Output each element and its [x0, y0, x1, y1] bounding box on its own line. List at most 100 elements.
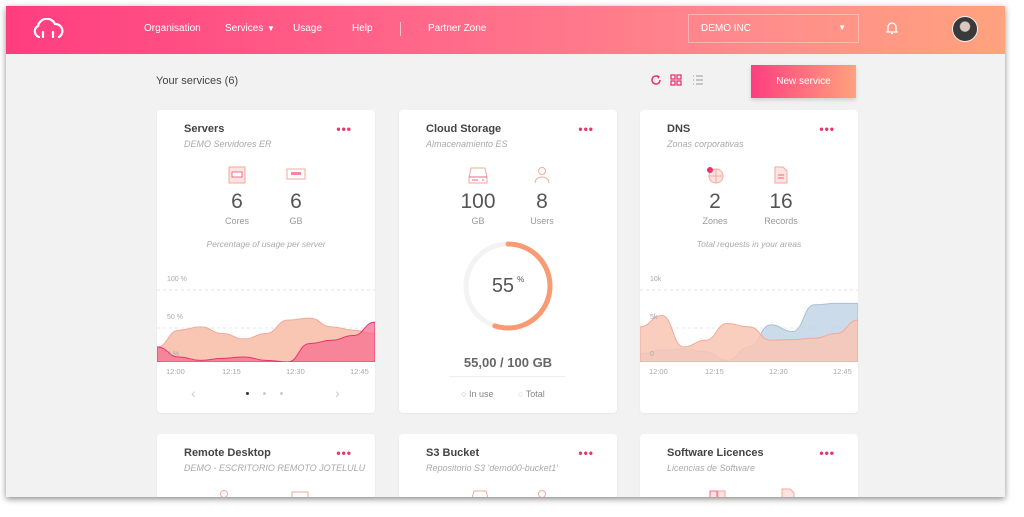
document-icon [781, 488, 795, 497]
nav-partner-zone[interactable]: Partner Zone [428, 23, 486, 34]
nav-usage[interactable]: Usage [293, 23, 322, 34]
y-tick: 50 % [167, 314, 183, 321]
more-options-icon[interactable]: ••• [336, 122, 352, 136]
stat-value: 6 [290, 190, 302, 213]
percent-sign: % [517, 275, 525, 284]
stat-storage: 100 GB [448, 166, 508, 226]
x-tick: 12:45 [350, 367, 369, 376]
x-tick: 12:15 [705, 367, 724, 376]
legend-dot-icon: ○ [461, 389, 467, 399]
card-title: Software Licences [667, 447, 764, 459]
bell-icon[interactable] [886, 21, 898, 35]
card-title: Cloud Storage [426, 123, 502, 135]
usage-chart [157, 289, 375, 362]
nav-divider [400, 22, 401, 36]
page: Organisation Services ▼ Usage Help Partn… [0, 0, 1024, 517]
card-title: Servers [184, 123, 225, 135]
chart-caption: Total requests in your areas [696, 239, 802, 249]
document-icon [774, 166, 788, 184]
y-tick: 100 % [167, 276, 187, 283]
y-tick: 0 % [167, 351, 180, 358]
new-service-button[interactable]: New service [751, 65, 856, 98]
usage-text: 55,00 / 100 GB [463, 355, 553, 370]
chevron-left-icon[interactable]: ‹ [191, 385, 196, 401]
stat-label: Users [530, 216, 554, 226]
service-card-software-licences[interactable]: Software Licences Licencias de Software … [640, 434, 858, 497]
stat-value: 16 [769, 190, 793, 213]
more-options-icon[interactable]: ••• [336, 446, 352, 460]
cloud-logo-icon[interactable] [30, 18, 66, 40]
x-tick: 12:30 [769, 367, 788, 376]
stat-value: 2 [709, 190, 721, 213]
chevron-down-icon: ▼ [838, 23, 846, 32]
x-tick: 12:00 [649, 367, 668, 376]
card-subtitle: DEMO - ESCRITORIO REMOTO JOTELULU [184, 463, 366, 473]
service-card-dns[interactable]: DNS Zonas corporativas ••• 2 Zones 16 Reco… [640, 110, 858, 413]
nav-services[interactable]: Services [225, 23, 263, 34]
refresh-icon[interactable] [650, 74, 662, 86]
requests-chart [640, 289, 858, 362]
legend-dot-icon: ○ [518, 389, 524, 399]
globe-icon [707, 167, 724, 184]
divider [449, 376, 565, 377]
stat-value: 6 [231, 190, 243, 213]
stat-label: GB [289, 216, 303, 226]
stat-label: Records [764, 216, 798, 226]
legend-in-use: ○ In use [461, 389, 493, 399]
more-options-icon[interactable]: ••• [819, 446, 835, 460]
service-card-remote-desktop[interactable]: Remote Desktop DEMO - ESCRITORIO REMOTO … [157, 434, 375, 497]
chart-caption: Percentage of usage per server [206, 239, 326, 249]
usage-percent: 55% [399, 275, 617, 298]
organization-name: DEMO INC [701, 23, 751, 34]
y-tick: 0 [650, 351, 654, 358]
more-options-icon[interactable]: ••• [819, 122, 835, 136]
card-subtitle: Zonas corporativas [667, 139, 744, 149]
app-window: Organisation Services ▼ Usage Help Partn… [6, 6, 1005, 497]
services-count-title: Your services (6) [156, 75, 239, 87]
hard-drive-icon [471, 490, 489, 497]
pager-dot[interactable] [263, 392, 266, 395]
ram-icon [286, 168, 306, 180]
license-icon [709, 490, 726, 497]
avatar[interactable] [952, 16, 978, 42]
pager-dot-active[interactable] [246, 392, 249, 395]
list-view-icon[interactable] [692, 74, 704, 86]
hard-drive-icon [468, 167, 488, 184]
chevron-right-icon[interactable]: › [335, 385, 340, 401]
usage-percent-value: 55 [491, 275, 515, 297]
stat-cores: 6 Cores [207, 166, 267, 226]
x-tick: 12:30 [286, 367, 305, 376]
card-title: Remote Desktop [184, 447, 271, 459]
chevron-down-icon[interactable]: ▼ [267, 24, 275, 33]
grid-view-icon[interactable] [670, 74, 682, 86]
card-subtitle: DEMO Servidores ER [184, 139, 272, 149]
x-tick: 12:45 [833, 367, 852, 376]
card-subtitle: Almacenamiento ES [426, 139, 508, 149]
legend-total: ○ Total [518, 389, 545, 399]
service-card-servers[interactable]: Servers DEMO Servidores ER ••• 6 Cores 6 G… [157, 110, 375, 413]
x-tick: 12:15 [222, 367, 241, 376]
service-card-cloud-storage[interactable]: Cloud Storage Almacenamiento ES ••• 100 G… [399, 110, 617, 413]
more-options-icon[interactable]: ••• [578, 122, 594, 136]
stat-value: 100 [460, 190, 496, 213]
y-tick: 5k [650, 314, 658, 321]
stat-users: 8 Users [512, 166, 572, 226]
card-subtitle: Licencias de Software [667, 463, 756, 473]
stat-value: 8 [536, 190, 548, 213]
user-icon [538, 490, 546, 497]
stat-label: Cores [224, 216, 249, 226]
x-tick: 12:00 [166, 367, 185, 376]
legend-label: In use [468, 389, 494, 399]
cpu-icon [228, 166, 246, 184]
nav-help[interactable]: Help [352, 23, 373, 34]
more-options-icon[interactable]: ••• [578, 446, 594, 460]
stat-label: GB [471, 216, 485, 226]
service-card-s3-bucket[interactable]: S3 Bucket Repositorio S3 'demo00-bucket1… [399, 434, 617, 497]
stat-records: 16 Records [751, 166, 811, 226]
organization-select[interactable]: DEMO INC ▼ [688, 14, 859, 43]
stat-label: Zones [702, 216, 728, 226]
nav-organisation[interactable]: Organisation [144, 23, 201, 34]
pager-dot[interactable] [280, 392, 283, 395]
legend-label: Total [525, 389, 545, 399]
stat-ram: 6 GB [266, 166, 326, 226]
